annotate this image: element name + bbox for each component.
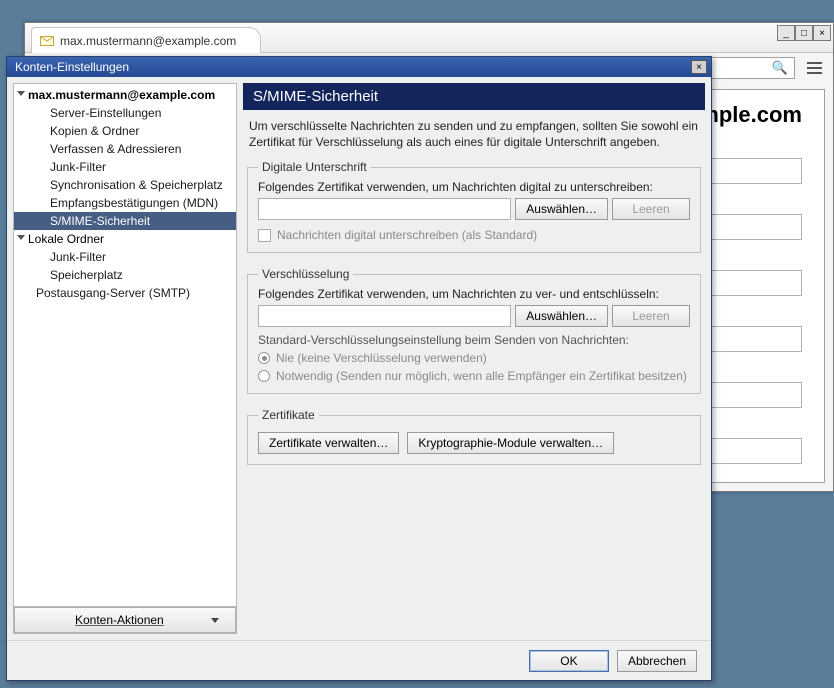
titlebar: max.mustermann@example.com _ □ × xyxy=(25,23,833,53)
sidebar: max.mustermann@example.com Server-Einste… xyxy=(13,83,237,634)
dialog-titlebar: Konten-Einstellungen × xyxy=(7,57,711,77)
dialog-body: max.mustermann@example.com Server-Einste… xyxy=(7,77,711,640)
menu-button[interactable] xyxy=(803,58,825,78)
sidebar-item-junk[interactable]: Junk-Filter xyxy=(14,158,236,176)
encrypt-required-radio xyxy=(258,370,270,382)
encrypt-never-radio xyxy=(258,352,270,364)
signing-legend: Digitale Unterschrift xyxy=(258,160,371,174)
certificates-group: Zertifikate Zertifikate verwalten… Krypt… xyxy=(247,408,701,465)
encrypt-required-label: Notwendig (Senden nur möglich, wenn alle… xyxy=(276,369,687,383)
account-root[interactable]: max.mustermann@example.com xyxy=(14,86,236,104)
account-tree: max.mustermann@example.com Server-Einste… xyxy=(14,84,236,606)
encrypt-never-label: Nie (keine Verschlüsselung verwenden) xyxy=(276,351,487,365)
signing-cert-field xyxy=(258,198,511,220)
search-icon: 🔍 xyxy=(772,60,788,76)
tab-title: max.mustermann@example.com xyxy=(60,34,236,48)
sidebar-item-server[interactable]: Server-Einstellungen xyxy=(14,104,236,122)
sidebar-item-copies[interactable]: Kopien & Ordner xyxy=(14,122,236,140)
encryption-group: Verschlüsselung Folgendes Zertifikat ver… xyxy=(247,267,701,394)
mail-icon xyxy=(40,35,54,47)
sidebar-item-mdn[interactable]: Empfangsbestätigungen (MDN) xyxy=(14,194,236,212)
signing-group: Digitale Unterschrift Folgendes Zertifik… xyxy=(247,160,701,253)
close-button[interactable]: × xyxy=(813,25,831,41)
cancel-button[interactable]: Abbrechen xyxy=(617,650,697,672)
window-controls: _ □ × xyxy=(777,25,831,41)
sign-default-checkbox xyxy=(258,229,271,242)
encryption-select-button[interactable]: Auswählen… xyxy=(515,305,608,327)
encryption-cert-field xyxy=(258,305,511,327)
signing-clear-button: Leeren xyxy=(612,198,690,220)
encryption-clear-button: Leeren xyxy=(612,305,690,327)
sign-default-label: Nachrichten digital unterschreiben (als … xyxy=(277,228,537,242)
sidebar-item-smime[interactable]: S/MIME-Sicherheit xyxy=(14,212,236,230)
certificates-legend: Zertifikate xyxy=(258,408,319,422)
manage-certs-button[interactable]: Zertifikate verwalten… xyxy=(258,432,399,454)
encryption-hint: Folgendes Zertifikat verwenden, um Nachr… xyxy=(258,287,690,301)
chevron-down-icon xyxy=(211,618,219,623)
maximize-button[interactable]: □ xyxy=(795,25,813,41)
signing-select-button[interactable]: Auswählen… xyxy=(515,198,608,220)
local-folders-root[interactable]: Lokale Ordner xyxy=(14,230,236,248)
settings-pane: S/MIME-Sicherheit Um verschlüsselte Nach… xyxy=(243,83,705,634)
pane-heading: S/MIME-Sicherheit xyxy=(243,83,705,110)
sidebar-footer: Konten-Aktionen xyxy=(14,606,236,633)
sidebar-item-sync[interactable]: Synchronisation & Speicherplatz xyxy=(14,176,236,194)
manage-crypto-button[interactable]: Kryptographie-Module verwalten… xyxy=(407,432,614,454)
account-settings-dialog: Konten-Einstellungen × max.mustermann@ex… xyxy=(6,56,712,681)
sidebar-item-local-junk[interactable]: Junk-Filter xyxy=(14,248,236,266)
ok-button[interactable]: OK xyxy=(529,650,609,672)
dialog-title: Konten-Einstellungen xyxy=(15,60,129,74)
dialog-footer: OK Abbrechen xyxy=(7,640,711,680)
sidebar-item-smtp[interactable]: Postausgang-Server (SMTP) xyxy=(14,284,236,302)
minimize-button[interactable]: _ xyxy=(777,25,795,41)
sidebar-item-local-disk[interactable]: Speicherplatz xyxy=(14,266,236,284)
sidebar-item-compose[interactable]: Verfassen & Adressieren xyxy=(14,140,236,158)
encryption-legend: Verschlüsselung xyxy=(258,267,353,281)
mail-tab[interactable]: max.mustermann@example.com xyxy=(31,27,261,53)
account-actions-label: Konten-Aktionen xyxy=(75,613,164,627)
account-actions-button[interactable]: Konten-Aktionen xyxy=(14,607,236,633)
pane-description: Um verschlüsselte Nachrichten zu senden … xyxy=(243,118,705,156)
dialog-close-button[interactable]: × xyxy=(691,60,707,74)
encryption-default-label: Standard-Verschlüsselungseinstellung bei… xyxy=(258,333,690,347)
signing-hint: Folgendes Zertifikat verwenden, um Nachr… xyxy=(258,180,690,194)
